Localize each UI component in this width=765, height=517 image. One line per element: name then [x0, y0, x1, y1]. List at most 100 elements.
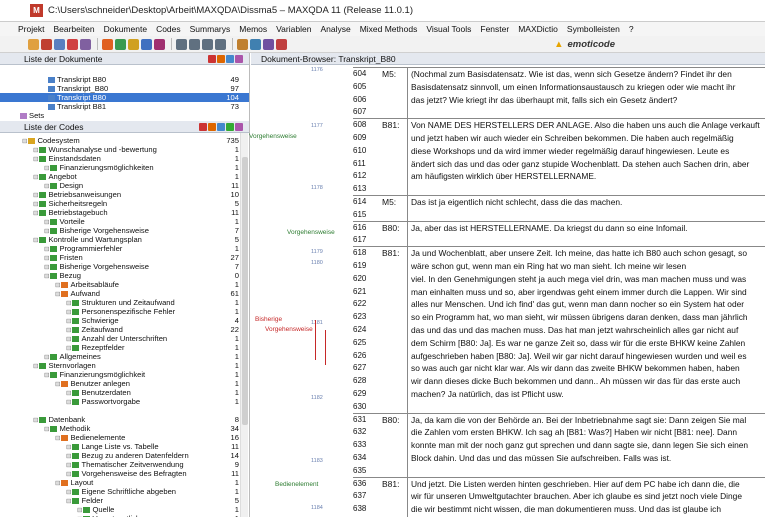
stripe-label[interactable]: Vorgehensweise [265, 326, 313, 333]
document-item[interactable]: Transkript B81 73 [0, 102, 249, 111]
menu-item[interactable]: Summarys [190, 24, 231, 34]
retrieve-icon[interactable] [141, 38, 152, 50]
layout-icon[interactable] [276, 38, 287, 50]
tree-toggle-icon[interactable]: ⊟ [77, 507, 82, 514]
code-item[interactable]: ⊟ Angebot 1 [0, 172, 249, 181]
menu-item[interactable]: MAXDictio [518, 24, 558, 34]
document-item[interactable]: Transkript B80 49 [0, 75, 249, 84]
delete-icon[interactable] [67, 38, 78, 50]
window-icon[interactable] [189, 38, 200, 50]
menu-item[interactable]: Mixed Methods [360, 24, 418, 34]
transcript-paragraph[interactable]: 636637638639640B81:Und jetzt. Die Listen… [353, 476, 765, 517]
tree-toggle-icon[interactable]: ⊟ [66, 498, 71, 505]
code-icon[interactable] [102, 38, 113, 50]
stripe-label[interactable]: Bedienelement [275, 481, 318, 488]
tree-toggle-icon[interactable]: ⊟ [66, 399, 71, 406]
window-icon[interactable] [215, 38, 226, 50]
code-item[interactable]: ⊟ Aufwand 61 [0, 289, 249, 298]
code-item[interactable]: ⊟ Vorteile 1 [0, 217, 249, 226]
tree-toggle-icon[interactable]: ⊟ [66, 462, 71, 469]
tree-toggle-icon[interactable]: ⊟ [33, 201, 38, 208]
tree-toggle-icon[interactable]: ⊟ [44, 426, 49, 433]
tree-toggle-icon[interactable]: ⊟ [44, 228, 49, 235]
tree-toggle-icon[interactable]: ⊟ [66, 309, 71, 316]
tree-toggle-icon[interactable]: ⊟ [44, 354, 49, 361]
layout-icon[interactable] [237, 38, 248, 50]
code-item[interactable]: ⊟ Bisherige Vorgehensweise 7 [0, 262, 249, 271]
tree-toggle-icon[interactable]: ⊟ [55, 480, 60, 487]
code-item[interactable]: ⊟ Anzahl der Unterschriften 1 [0, 334, 249, 343]
code-item[interactable]: ⊟ Personenspezifische Fehler 1 [0, 307, 249, 316]
tree-toggle-icon[interactable]: ⊟ [55, 291, 60, 298]
tree-toggle-icon[interactable]: ⊟ [66, 345, 71, 352]
tool-icon[interactable] [226, 54, 234, 63]
tool-icon[interactable] [217, 54, 225, 63]
code-item[interactable]: ⊟ Sicherheitsregeln 5 [0, 199, 249, 208]
tree-toggle-icon[interactable]: ⊟ [66, 318, 71, 325]
tree-toggle-icon[interactable]: ⊟ [44, 165, 49, 172]
menu-item[interactable]: Bearbeiten [53, 24, 94, 34]
code-stripe[interactable] [315, 320, 316, 360]
document-item[interactable]: Sets [0, 111, 249, 120]
code-item[interactable]: ⊟ Bedienelemente 16 [0, 433, 249, 442]
tree-toggle-icon[interactable]: ⊟ [44, 372, 49, 379]
menu-item[interactable]: Variablen [276, 24, 311, 34]
memo-icon[interactable] [115, 38, 126, 50]
code-item[interactable]: ⊟ Kontrolle und Wartungsplan 5 [0, 235, 249, 244]
code-item[interactable]: ⊟ Sternvorlagen 1 [0, 361, 249, 370]
menu-item[interactable]: Dokumente [104, 24, 147, 34]
code-item[interactable]: ⊟ Methodik 34 [0, 424, 249, 433]
tool-icon[interactable] [235, 122, 243, 131]
code-scrollbar[interactable] [240, 133, 248, 517]
stripe-label[interactable]: Vorgehensweise [287, 229, 335, 236]
code-item[interactable]: ⊟ Bezug zu anderen Datenfeldern 14 [0, 451, 249, 460]
code-item[interactable]: ⊟ Finanzierungsmöglichkeit 1 [0, 370, 249, 379]
code-item[interactable]: ⊟ Strukturen und Zeitaufwand 1 [0, 298, 249, 307]
tree-toggle-icon[interactable]: ⊟ [44, 255, 49, 262]
menu-item[interactable]: Visual Tools [426, 24, 471, 34]
code-item[interactable]: ⊟ Benutzerdaten 1 [0, 388, 249, 397]
tool-icon[interactable] [217, 122, 225, 131]
document-item[interactable]: Transkript_B80 97 [0, 84, 249, 93]
tree-toggle-icon[interactable]: ⊟ [33, 156, 38, 163]
tree-toggle-icon[interactable]: ⊟ [22, 138, 27, 145]
code-item[interactable]: ⊟ Design 11 [0, 181, 249, 190]
code-item[interactable]: ⊟ Einstandsdaten 1 [0, 154, 249, 163]
tree-toggle-icon[interactable]: ⊟ [44, 219, 49, 226]
code-item[interactable]: ⊟ Bezug 0 [0, 271, 249, 280]
open-icon[interactable] [28, 38, 39, 50]
code-item[interactable]: ⊟ Bisherige Vorgehensweise 7 [0, 226, 249, 235]
tree-toggle-icon[interactable]: ⊟ [66, 390, 71, 397]
code-item[interactable]: ⊟ Eigene Schriftliche abgeben 1 [0, 487, 249, 496]
menu-item[interactable]: Projekt [18, 24, 44, 34]
code-item[interactable]: ⊟ Lange Liste vs. Tabelle 11 [0, 442, 249, 451]
tree-toggle-icon[interactable]: ⊟ [66, 453, 71, 460]
close-icon[interactable] [199, 122, 207, 131]
tree-toggle-icon[interactable]: ⊟ [55, 435, 60, 442]
tree-toggle-icon[interactable]: ⊟ [33, 363, 38, 370]
code-item[interactable]: ⊟ Betriebstagebuch 11 [0, 208, 249, 217]
tree-toggle-icon[interactable]: ⊟ [66, 444, 71, 451]
stripe-label[interactable]: Vorgehensweise [249, 133, 297, 140]
code-item[interactable]: ⊟ Betriebsanweisungen 10 [0, 190, 249, 199]
code-item[interactable]: ⊟ Passwortvorgabe 1 [0, 397, 249, 406]
tree-toggle-icon[interactable]: ⊟ [44, 183, 49, 190]
transcript-paragraph[interactable]: 604 605 606 607 M5: (Nochmal zum Basisdatensa… [353, 67, 765, 119]
menu-item[interactable]: Codes [156, 24, 181, 34]
tool-icon[interactable] [226, 122, 234, 131]
code-item[interactable]: ⊟ Felder 5 [0, 496, 249, 505]
variables-icon[interactable] [128, 38, 139, 50]
tree-toggle-icon[interactable]: ⊟ [66, 489, 71, 496]
code-item[interactable]: ⊟ Codesystem 735 [0, 136, 249, 145]
menu-item[interactable]: ? [629, 24, 634, 34]
code-item[interactable]: ⊟ Rezeptfelder 1 [0, 343, 249, 352]
transcript-paragraph[interactable]: 618 619 620 621 622 623 624 625 626 627 628 629 630 B… [353, 246, 765, 413]
code-item[interactable]: ⊟ Thematischer Zeitverwendung 9 [0, 460, 249, 469]
tree-toggle-icon[interactable]: ⊟ [33, 174, 38, 181]
code-stripe[interactable] [325, 330, 326, 365]
code-item[interactable]: ⊟ Finanzierungsmöglichkeiten 1 [0, 163, 249, 172]
window-icon[interactable] [202, 38, 213, 50]
menu-item[interactable]: Fenster [480, 24, 509, 34]
save-icon[interactable] [54, 38, 65, 50]
tree-toggle-icon[interactable]: ⊟ [66, 300, 71, 307]
